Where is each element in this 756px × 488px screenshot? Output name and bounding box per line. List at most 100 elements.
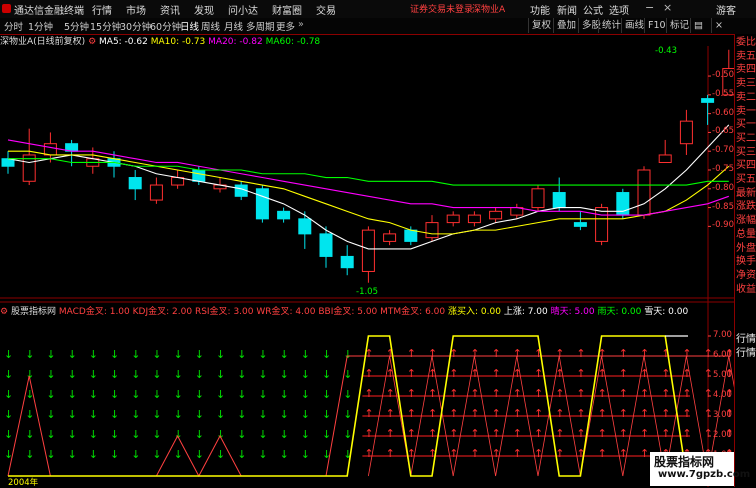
period-5min[interactable]: 5分钟 — [64, 19, 89, 33]
green-arrow-icon: ↓ — [131, 348, 140, 361]
period-weekly[interactable]: 周线 — [201, 19, 220, 33]
sidebar-item[interactable]: 委比 — [736, 37, 756, 49]
period-15min[interactable]: 15分钟 — [90, 19, 121, 33]
sidebar-item[interactable]: 买五 — [736, 174, 756, 186]
sidebar-item[interactable]: 卖三 — [736, 78, 756, 90]
price-tick-label: -0.60 — [712, 107, 734, 118]
red-arrow-icon: ↑ — [470, 387, 479, 400]
green-arrow-icon: ↓ — [258, 428, 267, 441]
tool-adjust[interactable]: 复权 — [528, 18, 554, 33]
sidebar-item[interactable]: 最新 — [736, 188, 756, 200]
green-arrow-icon: ↓ — [46, 368, 55, 381]
red-arrow-icon: ↑ — [661, 367, 670, 380]
title-bar: 通达信金融终端 行情 市场 资讯 发现 问小达 财富圈 交易 证券交易未登录 深… — [0, 0, 756, 19]
red-arrow-icon: ↑ — [364, 407, 373, 420]
sidebar-item[interactable]: 涨幅 — [736, 215, 756, 227]
green-arrow-icon: ↓ — [46, 408, 55, 421]
red-arrow-icon: ↑ — [492, 347, 501, 360]
sidebar-tab[interactable]: 行情 — [736, 334, 756, 346]
sidebar-item[interactable]: 收益 — [736, 284, 756, 296]
sidebar-item[interactable]: 卖一 — [736, 106, 756, 118]
green-arrow-icon: ↓ — [46, 428, 55, 441]
green-arrow-icon: ↓ — [258, 368, 267, 381]
period-more[interactable]: 更多 — [276, 19, 295, 33]
red-arrow-icon: ↑ — [555, 387, 564, 400]
menu-function[interactable]: 功能 — [530, 2, 550, 17]
close-icon[interactable]: × — [663, 1, 672, 14]
sidebar-item[interactable]: 卖二 — [736, 92, 756, 104]
green-arrow-icon: ↓ — [195, 428, 204, 441]
menu-news[interactable]: 资讯 — [160, 2, 180, 17]
sidebar-item[interactable]: 买四 — [736, 160, 756, 172]
menu-market[interactable]: 市场 — [126, 2, 146, 17]
candle-body — [361, 229, 375, 272]
menu-formula[interactable]: 公式 — [583, 2, 603, 17]
candle-body — [658, 154, 672, 163]
sidebar-item[interactable]: 卖五 — [736, 51, 756, 63]
green-arrow-icon: ↓ — [25, 428, 34, 441]
kline-chart[interactable]: ↓ ↓ ↓ ↓ ↓ ↓ ↓ ↓ ↓ ↓ ↓ ↓ ↓ ↓ ↓ ↓ ↓ ↓ ↓ ↓ ↓ ↓ ↓ ↓ ↓ ↓ ↓ ↓ ↓ ↓ ↓ ↓ ↓ ↓ ↓ ↓ ↓ ↓ ↓ ↓… — [0, 46, 734, 487]
menu-trade[interactable]: 交易 — [316, 2, 336, 17]
sidebar-item[interactable]: 换手 — [736, 256, 756, 268]
candle-body — [192, 169, 206, 182]
menu-ask[interactable]: 问小达 — [228, 2, 258, 17]
ma60-line — [8, 158, 729, 186]
red-arrow-icon: ↑ — [364, 427, 373, 440]
sidebar-item[interactable]: 卖四 — [736, 64, 756, 76]
red-arrow-icon: ↑ — [704, 387, 713, 400]
login-warning[interactable]: 证券交易未登录 — [410, 2, 473, 15]
green-arrow-icon: ↓ — [322, 388, 331, 401]
green-arrow-icon: ↓ — [237, 448, 246, 461]
candle-body — [595, 207, 609, 242]
menu-options[interactable]: 选项 — [609, 2, 629, 17]
year-label: 2004年 — [8, 478, 39, 488]
sidebar-item[interactable]: 净资 — [736, 270, 756, 282]
menu-discover[interactable]: 发现 — [194, 2, 214, 17]
green-arrow-icon: ↓ — [258, 388, 267, 401]
period-multi[interactable]: 多周期 — [246, 19, 275, 33]
tool-mark[interactable]: 标记 — [666, 18, 692, 33]
red-arrow-icon: ↑ — [598, 387, 607, 400]
period-30min[interactable]: 30分钟 — [120, 19, 151, 33]
green-arrow-icon: ↓ — [322, 368, 331, 381]
red-arrow-icon: ↑ — [682, 407, 691, 420]
green-arrow-icon: ↓ — [195, 368, 204, 381]
menu-quotes[interactable]: 行情 — [92, 2, 112, 17]
period-60min[interactable]: 60分钟 — [150, 19, 181, 33]
more-chevron-icon[interactable]: » — [298, 19, 304, 30]
tool-f10[interactable]: F10 — [644, 18, 669, 33]
green-arrow-icon: ↓ — [216, 448, 225, 461]
period-daily[interactable]: 日线 — [180, 19, 199, 33]
period-monthly[interactable]: 月线 — [224, 19, 243, 33]
green-arrow-icon: ↓ — [4, 408, 13, 421]
tool-close-icon[interactable]: × — [711, 18, 726, 33]
green-arrow-icon: ↓ — [280, 348, 289, 361]
period-1min[interactable]: 1分钟 — [28, 19, 53, 33]
minimize-icon[interactable]: − — [645, 1, 654, 14]
candle-body — [404, 229, 418, 242]
green-arrow-icon: ↓ — [301, 348, 310, 361]
sidebar-item[interactable]: 总量 — [736, 229, 756, 241]
sidebar-item[interactable]: 外盘 — [736, 243, 756, 255]
tool-overlay[interactable]: 叠加 — [553, 18, 579, 33]
sidebar-tab[interactable]: 行情 — [736, 348, 756, 360]
period-toolbar: 分时 1分钟 5分钟 15分钟 30分钟 60分钟 日线 周线 月线 多周期 更… — [0, 18, 756, 35]
menu-wealth[interactable]: 财富圈 — [272, 2, 302, 17]
candle-body — [128, 177, 142, 190]
red-arrow-icon: ↑ — [555, 407, 564, 420]
green-arrow-icon: ↓ — [89, 428, 98, 441]
menu-headlines[interactable]: 新闻 — [557, 2, 577, 17]
period-tick[interactable]: 分时 — [4, 19, 23, 33]
guest-label[interactable]: 游客 — [716, 2, 736, 17]
red-arrow-icon: ↑ — [449, 367, 458, 380]
sidebar-item[interactable]: 买三 — [736, 147, 756, 159]
sidebar-item[interactable]: 买一 — [736, 119, 756, 131]
sidebar-item[interactable]: 涨跌 — [736, 201, 756, 213]
tool-settings-icon[interactable]: ▤ — [690, 18, 706, 33]
red-arrow-icon: ↑ — [449, 427, 458, 440]
green-arrow-icon: ↓ — [110, 448, 119, 461]
sidebar-item[interactable]: 买二 — [736, 133, 756, 145]
red-arrow-icon: ↑ — [576, 407, 585, 420]
red-arrow-icon: ↑ — [619, 407, 628, 420]
current-stock: 深物业A — [472, 5, 506, 15]
